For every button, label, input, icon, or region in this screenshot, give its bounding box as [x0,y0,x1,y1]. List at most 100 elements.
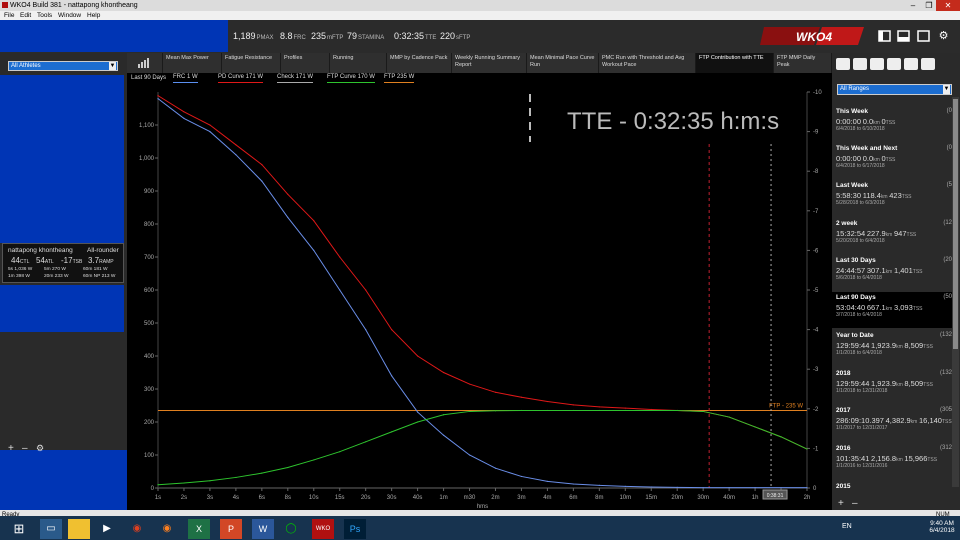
range-name: Year to Date [836,332,874,339]
window-icon[interactable] [917,30,930,42]
athlete-filter-select[interactable]: All Athletes ▼ [8,61,118,71]
chevron-down-icon[interactable]: ▼ [943,85,950,94]
explorer-icon[interactable]: ▭ [40,519,62,539]
add-range-button[interactable]: + [838,498,844,509]
date-range-item[interactable]: Last 30 Days (20 24:44:57 307.1km 1,401TSS… [832,255,952,291]
x-tick-label: 30m [697,495,709,501]
metric-stamina: 79STAMINA [347,31,384,41]
close-button[interactable]: ✕ [936,0,960,11]
maximize-button[interactable]: ❐ [922,0,936,11]
excel-icon[interactable]: X [188,519,210,539]
tab-mmp-by-cadence[interactable]: MMP by Cadence Pack [387,53,452,73]
range-name: 2016 [836,445,851,452]
date-range-item[interactable]: This Week (0 0:00:00 0.0km 0TSS 6/4/2018 to… [832,106,952,142]
arrows-icon[interactable] [887,58,901,70]
menu-edit[interactable]: Edit [20,11,31,20]
chevron-down-icon[interactable]: ▼ [109,62,116,70]
link-icon[interactable] [853,58,867,70]
legend-ftp-curve[interactable]: FTP Curve 170 W [327,73,375,83]
clock[interactable]: 9:40 AM 6/4/2018 [926,520,958,534]
athlete-header-block[interactable] [0,20,228,52]
tool-icon[interactable] [870,58,884,70]
gear-icon[interactable]: ⚙ [937,30,950,42]
y2-tick-label: -8 [813,169,819,175]
date-range-item[interactable]: 2016 (312 101:35:41 2,156.8km 15,966TSS 1/1… [832,443,952,479]
range-tss: 8,509 [904,341,924,350]
range-totals: 0:00:00 0.0km 0TSS [836,154,952,163]
wko-taskbar-icon[interactable]: WKO [312,519,334,539]
range-duration: 286:09:10.397 [836,416,884,425]
tab-mean-minimal-pace[interactable]: Mean Minimal Pace Curve Run [527,53,599,73]
athlete-atl: 54ATL [36,256,54,265]
menu-file[interactable]: File [4,11,14,20]
legend-pd-curve[interactable]: PD Curve 171 W [218,73,264,83]
athlete-tsb: -17TSB [61,256,82,265]
tab-weekly-running-summary[interactable]: Weekly Running Summary Report [452,53,527,73]
word-icon[interactable]: W [252,519,274,539]
athlete-list-area[interactable] [0,75,124,243]
ftp-contribution-chart[interactable]: 0 100 200 300 400 500 600 700 800 900 1,000 1,100 0 -… [127,84,832,510]
date-range-item[interactable]: 2017 (305 286:09:10.397 4,382.9km 16,140TS… [832,405,952,441]
date-range-item[interactable]: 2 week (12 15:32:54 227.9km 947TSS 5/20/201… [832,218,952,254]
series-point [702,410,704,413]
y-tick-label: 300 [144,387,155,393]
legend-check[interactable]: Check 171 W [277,73,314,83]
range-totals: 0:00:00 0.0km 0TSS [836,117,952,126]
series-point [391,431,393,433]
menu-tools[interactable]: Tools [37,11,52,20]
menu-window[interactable]: Window [58,11,81,20]
date-range-item[interactable]: Last 90 Days (50 53:04:40 667.1km 3,093TSS… [832,292,952,328]
series-point [754,426,756,428]
sliders-icon[interactable] [921,58,935,70]
ramp-unit: RAMP [99,259,114,265]
series-point [287,193,289,195]
legend-ftp[interactable]: FTP 235 W [384,73,415,83]
chart-canvas[interactable]: 0 100 200 300 400 500 600 700 800 900 1,000 1,100 0 -… [127,84,832,510]
tab-profiles[interactable]: Profiles [281,53,330,73]
windows-start-icon[interactable]: ⊞ [6,519,32,539]
ranges-scrollbar[interactable] [952,97,959,487]
date-range-item[interactable]: This Week and Next (0 0:00:00 0.0km 0TSS 6/… [832,143,952,179]
series-point [157,95,159,97]
range-duration: 129:59:44 [836,341,870,350]
chrome-icon[interactable]: ◉ [126,519,148,539]
legend-frc[interactable]: FRC 1 W [173,73,198,83]
calendar-icon[interactable] [836,58,850,70]
scrollbar-thumb[interactable] [953,99,958,349]
tab-ftp-contribution[interactable]: FTP Contribution with TTE [696,53,774,73]
folder-icon[interactable] [68,519,90,539]
series-point [520,409,523,412]
line-icon[interactable]: ◯ [280,519,302,539]
date-range-item[interactable]: Last Week (5 5:58:30 118.4km 423TSS 5/28/20… [832,180,952,216]
athlete-list-area[interactable] [0,285,124,332]
minimize-button[interactable]: – [904,0,922,11]
add-athlete-button[interactable]: + [8,443,14,454]
photoshop-icon[interactable]: Ps [344,519,366,539]
menu-help[interactable]: Help [87,11,100,20]
range-header: 2 week (12 [836,220,952,227]
remove-athlete-button[interactable]: – [22,443,28,454]
chart-list-icon[interactable] [127,53,163,73]
range-header: This Week (0 [836,108,952,115]
powerpoint-icon[interactable]: P [220,519,242,539]
date-range-item[interactable]: 2018 (132 129:59:44 1,923.9km 8,509TSS 1/1/… [832,368,952,404]
media-player-icon[interactable]: ▶ [96,519,118,539]
range-dates-row: 3/7/2018 to 6/4/2018 [836,312,952,318]
tab-pmc-run[interactable]: PMC Run with Threshold and Avg Workout P… [599,53,696,73]
date-range-item[interactable]: Year to Date (132 129:59:44 1,923.9km 8,50… [832,330,952,366]
firefox-icon[interactable]: ◉ [156,519,178,539]
athlete-peak: 5s 1,036 W [8,267,33,272]
tab-mean-max-power[interactable]: Mean Max Power [163,53,222,73]
range-tss-unit: TSS [923,382,933,388]
tab-fatigue-resistance[interactable]: Fatigue Resistance [222,53,281,73]
tab-ftp-mmp-daily[interactable]: FTP MMP Daily Peak [774,53,832,73]
remove-range-button[interactable]: – [852,498,858,509]
layout-icon[interactable] [878,30,891,42]
gear-icon[interactable]: ⚙ [36,443,44,454]
tab-running[interactable]: Running [330,53,387,73]
ranges-filter-select[interactable]: All Ranges ▼ [837,84,952,95]
athlete-card[interactable]: nattapong khontheang All-rounder 44CTL 5… [2,243,124,283]
language-indicator[interactable]: EN [842,523,852,530]
bike-icon[interactable] [904,58,918,70]
panel-icon[interactable] [897,30,910,42]
